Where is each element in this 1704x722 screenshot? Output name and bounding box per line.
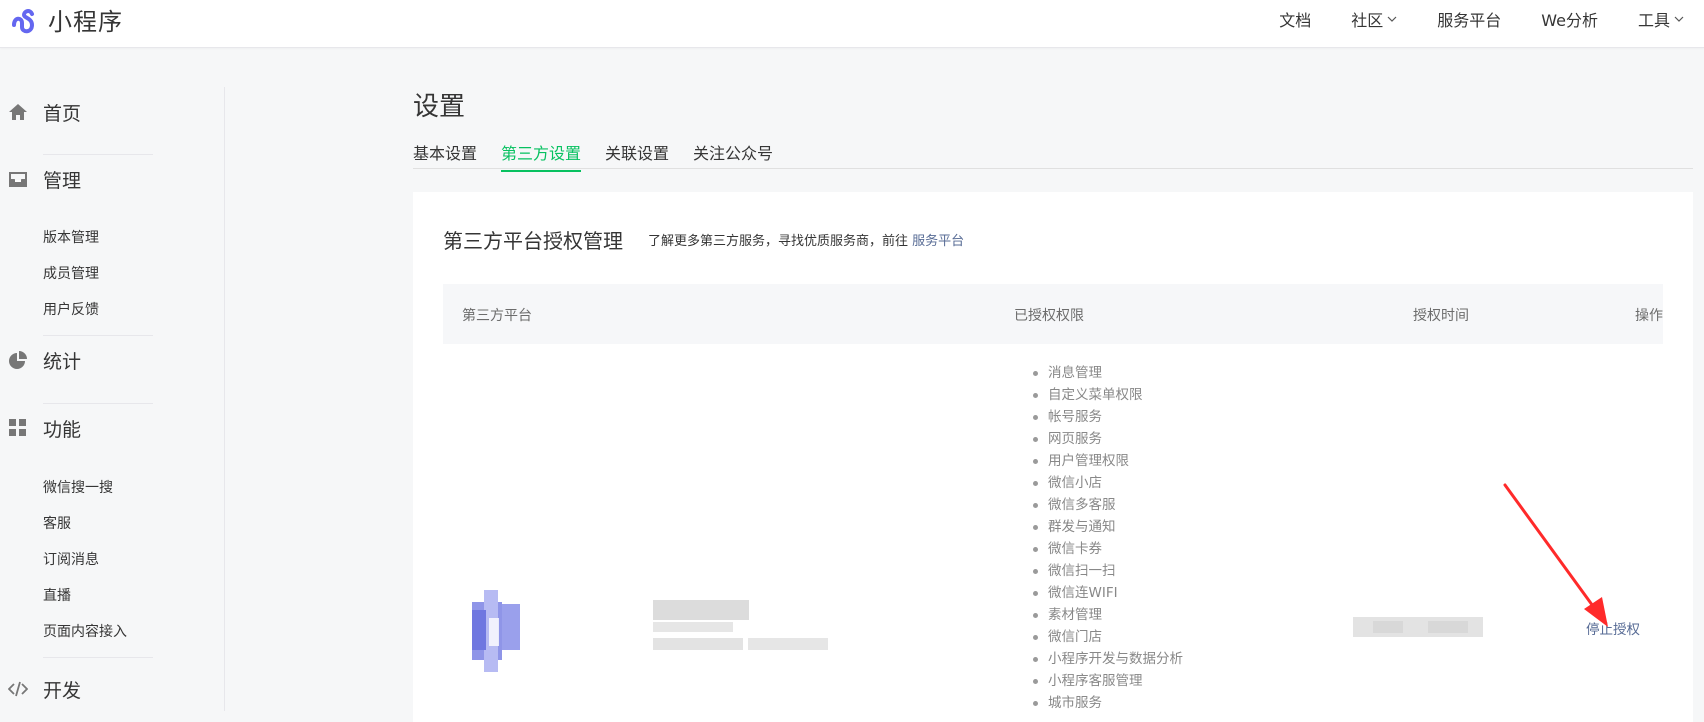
card-title: 第三方平台授权管理 (443, 229, 623, 253)
nav-we-analysis-label: We分析 (1541, 11, 1598, 30)
grid-icon (9, 419, 26, 436)
list-item: 消息管理 (1033, 362, 1183, 384)
sidebar: 首页 管理 版本管理 成员管理 用户反馈 统计 功能 微信搜一搜 客服 订阅消息… (0, 87, 225, 711)
sidebar-item-label: 管理 (43, 169, 82, 192)
permissions-list: 消息管理 自定义菜单权限 帐号服务 网页服务 用户管理权限 微信小店 微信多客服… (1033, 362, 1183, 714)
top-nav: 文档 社区 服务平台 We分析 工具 (1239, 0, 1684, 38)
nav-community[interactable]: 社区 (1351, 7, 1397, 31)
list-item: 小程序客服管理 (1033, 670, 1183, 692)
nav-service-platform-label: 服务平台 (1437, 11, 1502, 30)
list-item: 微信多客服 (1033, 494, 1183, 516)
sidebar-subitem-subscribe-msg[interactable]: 订阅消息 (43, 549, 99, 569)
logo-text: 小程序 (48, 8, 123, 36)
service-platform-link[interactable]: 服务平台 (912, 234, 964, 249)
sidebar-item-label: 功能 (43, 418, 82, 441)
col-header-permissions: 已授权权限 (1014, 308, 1084, 324)
list-item: 微信门店 (1033, 626, 1183, 648)
mini-program-logo-icon (12, 8, 35, 33)
sidebar-item-features[interactable]: 功能 (0, 416, 200, 441)
list-item: 素材管理 (1033, 604, 1183, 626)
list-item: 小程序开发与数据分析 (1033, 648, 1183, 670)
nav-service-platform[interactable]: 服务平台 (1437, 7, 1501, 31)
list-item: 微信卡券 (1033, 538, 1183, 560)
card-description: 了解更多第三方服务，寻找优质服务商，前往 服务平台 (648, 230, 964, 249)
sidebar-subitem-customer-service[interactable]: 客服 (43, 513, 71, 533)
sidebar-divider (43, 335, 153, 336)
sidebar-subitem-live[interactable]: 直播 (43, 585, 71, 605)
table-header: 第三方平台 已授权权限 授权时间 操作 (443, 284, 1663, 344)
nav-tools-label: 工具 (1637, 11, 1670, 30)
nav-docs[interactable]: 文档 (1279, 7, 1311, 31)
list-item: 用户管理权限 (1033, 450, 1183, 472)
sidebar-subitem-members[interactable]: 成员管理 (43, 263, 99, 283)
tab-third-party-settings[interactable]: 第三方设置 (501, 140, 582, 172)
list-item: 微信扫一扫 (1033, 560, 1183, 582)
pie-chart-icon (9, 351, 27, 369)
sidebar-item-home[interactable]: 首页 (0, 100, 200, 125)
col-header-platform: 第三方平台 (462, 308, 532, 324)
settings-tabs: 基本设置 第三方设置 关联设置 关注公众号 (413, 138, 1693, 172)
sidebar-item-label: 统计 (43, 350, 82, 373)
nav-community-label: 社区 (1351, 11, 1384, 30)
sidebar-divider (43, 403, 153, 404)
sidebar-divider (43, 154, 153, 155)
annotation-arrow (1503, 483, 1608, 627)
home-icon (9, 104, 27, 120)
list-item: 网页服务 (1033, 428, 1183, 450)
logo[interactable]: 小程序 (8, 2, 123, 37)
list-item: 微信连WIFI (1033, 582, 1183, 604)
list-item: 帐号服务 (1033, 406, 1183, 428)
tab-follow-official-account[interactable]: 关注公众号 (693, 140, 773, 170)
inbox-icon (9, 172, 27, 187)
top-bar: 小程序 文档 社区 服务平台 We分析 工具 (0, 0, 1704, 48)
sidebar-item-develop[interactable]: 开发 (0, 677, 200, 702)
nav-tools[interactable]: 工具 (1638, 7, 1684, 31)
nav-docs-label: 文档 (1279, 11, 1312, 30)
third-party-auth-card: 第三方平台授权管理 了解更多第三方服务，寻找优质服务商，前往 服务平台 第三方平… (413, 192, 1693, 722)
sidebar-item-label: 开发 (43, 679, 82, 702)
card-description-text: 了解更多第三方服务，寻找优质服务商，前往 (648, 234, 909, 249)
tab-basic-settings[interactable]: 基本设置 (413, 140, 477, 170)
sidebar-item-manage[interactable]: 管理 (0, 167, 200, 192)
page-title: 设置 (413, 92, 466, 122)
col-header-time: 授权时间 (1413, 308, 1469, 324)
chevron-down-icon (1387, 16, 1397, 22)
nav-we-analysis[interactable]: We分析 (1541, 7, 1598, 31)
sidebar-item-label: 首页 (43, 102, 82, 125)
code-icon (8, 681, 28, 697)
list-item: 微信小店 (1033, 472, 1183, 494)
list-item: 自定义菜单权限 (1033, 384, 1183, 406)
col-header-action: 操作 (1635, 308, 1663, 324)
tab-link-settings[interactable]: 关联设置 (605, 140, 669, 170)
sidebar-item-stats[interactable]: 统计 (0, 348, 200, 373)
sidebar-subitem-version[interactable]: 版本管理 (43, 227, 99, 247)
list-item: 群发与通知 (1033, 516, 1183, 538)
chevron-down-icon (1674, 16, 1684, 22)
sidebar-subitem-feedback[interactable]: 用户反馈 (43, 299, 99, 319)
sidebar-subitem-wechat-search[interactable]: 微信搜一搜 (43, 477, 113, 497)
sidebar-subitem-page-content[interactable]: 页面内容接入 (43, 621, 127, 641)
sidebar-divider (43, 657, 153, 658)
